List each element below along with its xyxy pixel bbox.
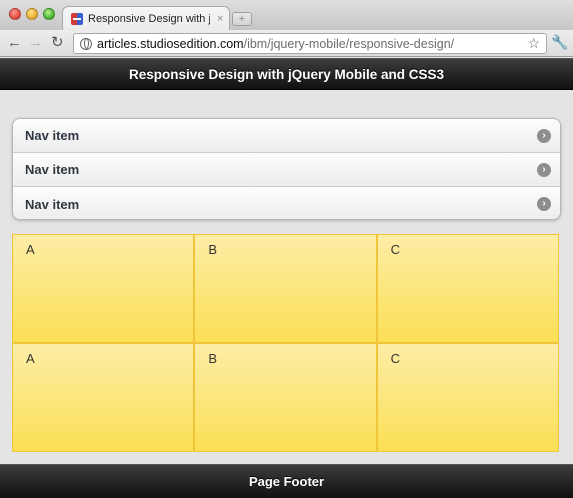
url-text: articles.studiosedition.com/ibm/jquery-m… [97, 36, 455, 51]
footer-title: Page Footer [248, 474, 325, 489]
grid-cell: A [12, 234, 195, 343]
address-bar[interactable]: articles.studiosedition.com/ibm/jquery-m… [73, 33, 547, 54]
nav-list: Nav item › Nav item › Nav item › [12, 118, 561, 220]
forward-icon[interactable]: → [28, 34, 43, 52]
page-title: Responsive Design with jQuery Mobile and… [128, 66, 445, 82]
arrow-right-icon: › [537, 129, 551, 143]
nav-item[interactable]: Nav item › [13, 119, 560, 153]
grid-cell: A [12, 343, 195, 452]
nav-item-label: Nav item [25, 196, 80, 212]
page-header: Responsive Design with jQuery Mobile and… [0, 58, 573, 90]
nav-item[interactable]: Nav item › [13, 187, 560, 219]
favicon-icon [71, 12, 83, 25]
reload-icon[interactable]: ↻ [51, 34, 64, 52]
page-footer: Page Footer [0, 464, 573, 498]
minimize-window-button[interactable] [26, 8, 38, 20]
star-icon[interactable]: ☆ [527, 35, 540, 52]
browser-titlebar: Responsive Design with jQuer × + [0, 0, 573, 30]
nav-item-label: Nav item [25, 162, 80, 177]
new-tab-button[interactable]: + [232, 12, 252, 26]
nav-item[interactable]: Nav item › [13, 153, 560, 187]
back-icon[interactable]: ← [7, 34, 22, 52]
zoom-window-button[interactable] [43, 8, 55, 20]
arrow-right-icon: › [537, 163, 551, 177]
content-grid: A B C A B C [12, 234, 559, 452]
grid-cell: B [194, 234, 377, 343]
grid-cell: C [376, 234, 559, 343]
grid-cell: B [194, 343, 377, 452]
nav-item-label: Nav item [25, 128, 80, 143]
browser-toolbar: ← → ↻ articles.studiosedition.com/ibm/jq… [0, 30, 573, 57]
wrench-icon[interactable]: 🔧 [551, 34, 568, 51]
tab-close-icon[interactable]: × [217, 13, 223, 25]
grid-cell: C [376, 343, 559, 452]
tab-title: Responsive Design with jQuer [88, 12, 210, 25]
globe-icon [80, 37, 92, 50]
browser-tab[interactable]: Responsive Design with jQuer × [62, 6, 230, 30]
arrow-right-icon: › [537, 197, 551, 211]
close-window-button[interactable] [9, 8, 21, 20]
